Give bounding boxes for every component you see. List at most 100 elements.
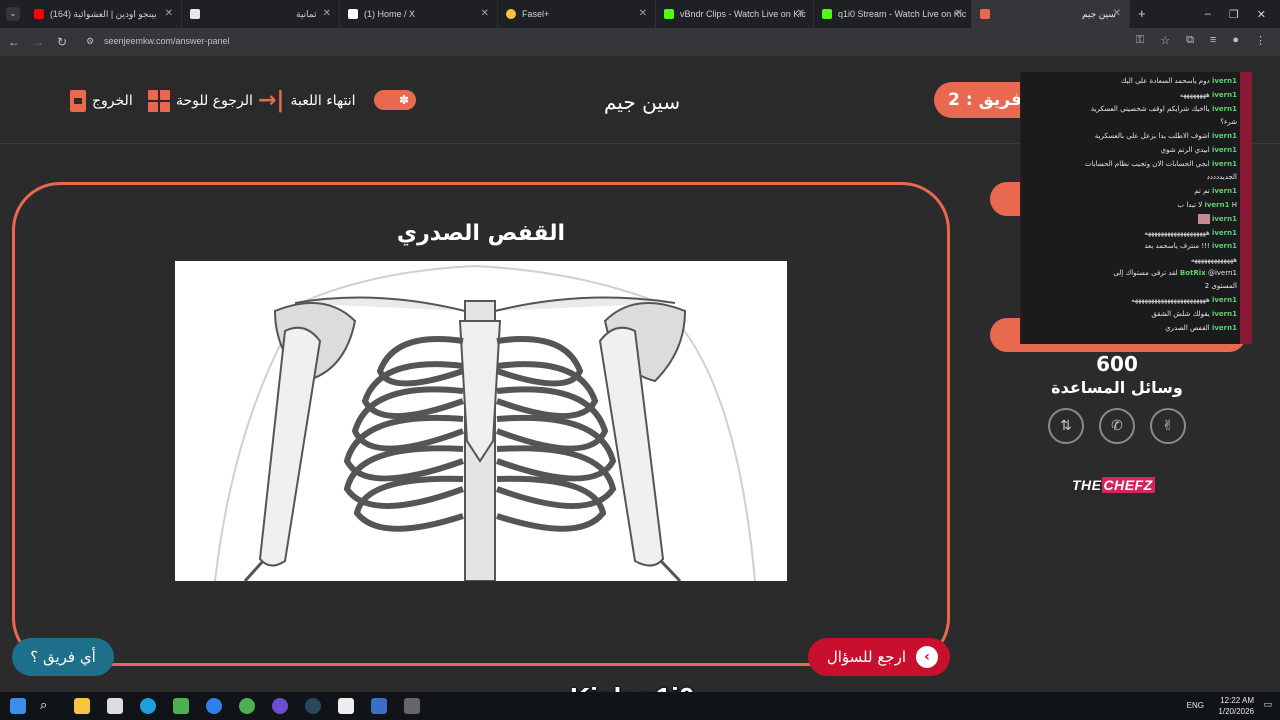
exit-button[interactable]: الخروج xyxy=(70,90,133,112)
clock-date: 1/20/2026 xyxy=(1218,707,1254,716)
exit-label: الخروج xyxy=(92,93,133,109)
app-icon[interactable] xyxy=(206,698,222,714)
chat-message: BotRix @ivern1 لقد ترقى مستواك إلى xyxy=(1113,269,1237,277)
file-explorer-icon[interactable] xyxy=(74,698,90,714)
input-language[interactable]: ENG xyxy=(1187,701,1204,710)
tab-q1i0[interactable]: q1i0 Stream - Watch Live on Kic ✕ xyxy=(814,0,972,28)
tab-youtube[interactable]: (164) بينجو اودين | العشوائية ✕ xyxy=(26,0,182,28)
minimize-icon[interactable]: – xyxy=(1205,8,1211,20)
peace-hand-helper-icon[interactable]: ✌ xyxy=(1150,408,1186,444)
system-clock[interactable]: 12:22 AM 1/20/2026 xyxy=(1218,695,1254,717)
menu-dots-icon[interactable]: ⋮ xyxy=(1255,34,1266,47)
tab-title: vBndr Clips - Watch Live on Kic xyxy=(680,9,806,19)
stream-chat-overlay: ivern1 دوم ياسحمد السعادة على اليك ivern… xyxy=(1020,72,1252,344)
windows-taskbar: ⌕ ENG 12:22 AM 1/20/2026 ▭ xyxy=(0,692,1280,720)
game-toggle[interactable] xyxy=(374,90,416,110)
close-tab-icon[interactable]: ✕ xyxy=(481,8,489,19)
close-window-icon[interactable]: ✕ xyxy=(1257,8,1266,21)
close-tab-icon[interactable]: ✕ xyxy=(1113,8,1121,19)
start-windows-icon[interactable] xyxy=(10,698,26,714)
shield-icon[interactable] xyxy=(371,698,387,714)
tab-vbndr[interactable]: vBndr Clips - Watch Live on Kic ✕ xyxy=(656,0,814,28)
steam-icon[interactable] xyxy=(305,698,321,714)
close-tab-icon[interactable]: ✕ xyxy=(955,8,963,19)
back-to-question-button[interactable]: ارجع للسؤال ‹ xyxy=(808,638,950,676)
thmanyah-icon xyxy=(190,9,200,19)
chat-message: ivern1 هههههههههههههههههههههههه xyxy=(1131,296,1237,304)
tab-title: Fasel+ xyxy=(522,9,550,19)
close-tab-icon[interactable]: ✕ xyxy=(165,8,173,19)
chat-message: ivern1 يقولك شلش الشقق xyxy=(1151,310,1237,318)
back-to-question-label: ارجع للسؤال xyxy=(826,648,906,666)
back-to-board-label: الرجوع للوحة xyxy=(176,93,253,109)
emote-icon xyxy=(1197,214,1210,224)
chrome-icon[interactable] xyxy=(239,698,255,714)
chat-message: ivern1 ابجي الحسابات الان وتجيب نظام الح… xyxy=(1085,160,1237,168)
chat-message: ivern1 !!! منترف ياسحمد بعد xyxy=(1144,242,1237,250)
new-tab-icon[interactable]: + xyxy=(1138,6,1146,21)
close-tab-icon[interactable]: ✕ xyxy=(797,8,805,19)
bookmark-star-icon[interactable]: ☆ xyxy=(1160,34,1170,47)
chat-message: شرء؟ xyxy=(1220,118,1237,126)
exit-door-icon xyxy=(70,90,86,112)
tab-x[interactable]: (1) Home / X ✕ xyxy=(340,0,498,28)
tab-fasel[interactable]: Fasel+ ✕ xyxy=(498,0,656,28)
youtube-icon xyxy=(34,9,44,19)
rib-cage-illustration xyxy=(175,261,787,581)
url-field[interactable]: seenjeemkw.com/answer-panel xyxy=(104,36,230,46)
tab-search-button[interactable]: ⌄ xyxy=(6,7,20,21)
fasel-icon xyxy=(506,9,516,19)
close-tab-icon[interactable]: ✕ xyxy=(323,8,331,19)
chat-message: ivern1 xyxy=(1025,214,1237,224)
chat-message: ivern1 اشوف الاطلب يدا يزعل علي بالعسكري… xyxy=(1094,132,1237,140)
question-card: القفص الصدري xyxy=(12,182,950,666)
search-icon[interactable]: ⌕ xyxy=(40,698,56,714)
back-arrow-icon[interactable]: ← xyxy=(2,35,26,49)
store-icon[interactable] xyxy=(107,698,123,714)
chat-message: ivern1 هههههههههههههههههههه xyxy=(1144,229,1237,237)
close-tab-icon[interactable]: ✕ xyxy=(639,8,647,19)
chat-message: الجديددددد xyxy=(1206,173,1237,181)
tab-thmanyah[interactable]: ثمانية ✕ xyxy=(182,0,340,28)
which-team-label: أي فريق ؟ xyxy=(30,648,96,666)
app-icon[interactable] xyxy=(404,698,420,714)
chevron-left-icon: ‹ xyxy=(916,646,938,668)
kick-icon xyxy=(822,9,832,19)
sponsor-logo-left: THE xyxy=(1072,477,1102,493)
chat-message: ivern1 تم تم xyxy=(1194,187,1237,195)
end-game-button[interactable]: →| انتهاء اللعبة xyxy=(258,90,356,112)
tab-title: (1) Home / X xyxy=(364,9,416,19)
notification-icon[interactable]: ▭ xyxy=(1263,700,1272,710)
page-title: سين جيم xyxy=(604,90,681,114)
site-info-icon[interactable]: ⚙ xyxy=(86,36,94,47)
chat-message: ivern1 H لا تبدا ب xyxy=(1177,201,1237,209)
reload-icon[interactable]: ↻ xyxy=(50,35,74,49)
team-badge: فريق : 2 xyxy=(934,82,1030,118)
media-icon[interactable]: ≡ xyxy=(1210,34,1216,47)
seenjeem-icon xyxy=(980,9,990,19)
maximize-icon[interactable]: ❐ xyxy=(1229,8,1239,21)
password-key-icon[interactable]: ⚿ xyxy=(1136,34,1144,47)
question-title: القفص الصدري xyxy=(396,221,566,246)
arrow-right-bar-icon: →| xyxy=(258,88,285,113)
obs-icon[interactable] xyxy=(272,698,288,714)
phone-helper-icon[interactable]: ✆ xyxy=(1099,408,1135,444)
profile-avatar[interactable]: ● xyxy=(1232,34,1239,47)
tab-seenjeem[interactable]: سين جيم ✕ xyxy=(972,0,1130,28)
sponsor-logo: THE CHEFZ xyxy=(1072,477,1164,499)
capcut-icon[interactable] xyxy=(338,698,354,714)
edge-icon[interactable] xyxy=(140,698,156,714)
tab-title: (164) بينجو اودين | العشوائية xyxy=(50,8,157,19)
chat-message: ivern1 ههههههههه xyxy=(1179,91,1237,99)
swap-helper-icon[interactable]: ⇅ xyxy=(1048,408,1084,444)
clock-time: 12:22 AM xyxy=(1220,696,1254,705)
back-to-board-button[interactable]: الرجوع للوحة xyxy=(148,90,253,112)
xbox-icon[interactable] xyxy=(173,698,189,714)
extensions-icon[interactable]: ⧉ xyxy=(1186,34,1194,47)
chat-accent-border xyxy=(1240,72,1252,344)
forward-arrow-icon[interactable]: → xyxy=(26,35,50,49)
which-team-button[interactable]: أي فريق ؟ xyxy=(12,638,114,676)
team-label: فريق : 2 xyxy=(948,90,1022,110)
team-points: 600 xyxy=(1096,352,1138,376)
x-icon xyxy=(348,9,358,19)
